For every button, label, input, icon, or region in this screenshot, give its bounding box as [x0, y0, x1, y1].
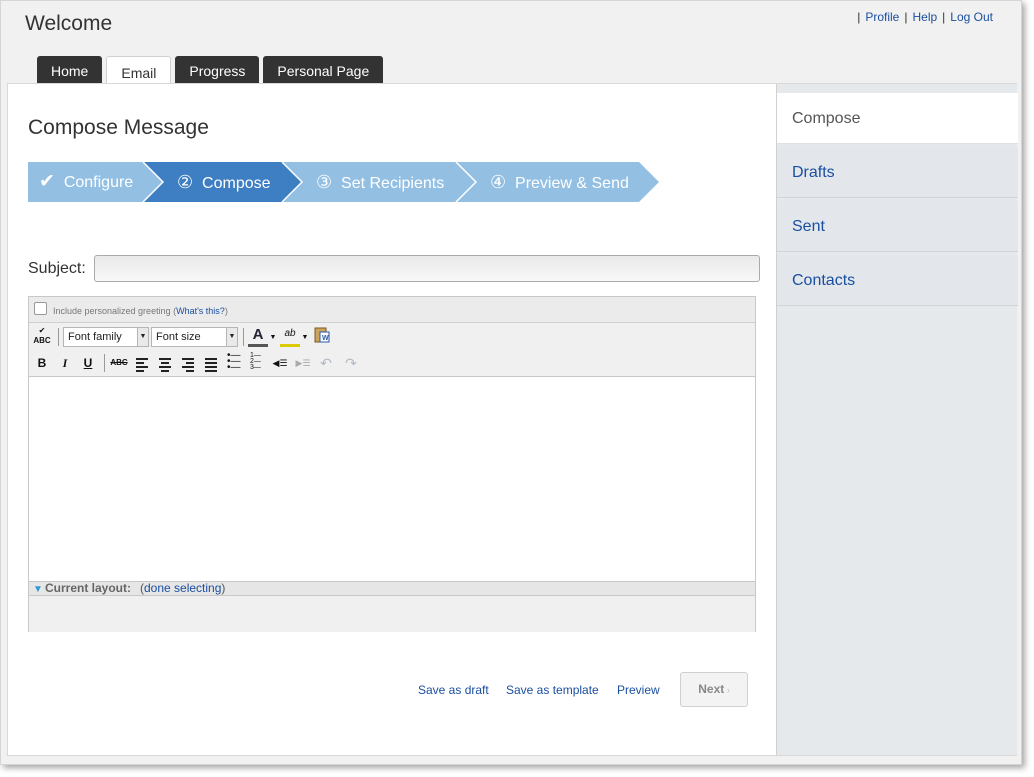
tab-home[interactable]: Home	[37, 56, 103, 84]
strikethrough-icon[interactable]: ABC	[109, 353, 129, 373]
highlight-color-icon[interactable]: ab	[280, 326, 300, 347]
font-family-value: Font family	[68, 331, 122, 343]
paren-close: )	[221, 581, 226, 595]
sidebar-item-contacts[interactable]: Contacts	[777, 255, 1018, 306]
subject-input[interactable]	[94, 255, 760, 282]
separator: |	[857, 10, 861, 24]
justify-icon[interactable]	[201, 353, 221, 373]
save-template-link[interactable]: Save as template	[506, 683, 599, 697]
font-size-value: Font size	[156, 331, 201, 343]
page-title: Compose Message	[28, 116, 209, 139]
step-label: Configure	[63, 174, 134, 191]
redo-icon[interactable]: ↷	[341, 353, 361, 373]
font-size-select[interactable]: Font size ▼	[151, 327, 238, 347]
logout-link[interactable]: Log Out	[950, 10, 993, 24]
step-number-icon: ④	[490, 172, 507, 192]
top-links: | Profile | Help | Log Out	[852, 10, 993, 24]
chevron-down-icon: ▼	[137, 328, 148, 346]
whats-this-link[interactable]: What's this?	[176, 306, 225, 316]
save-draft-link[interactable]: Save as draft	[418, 683, 489, 697]
current-layout-label: Current layout:	[45, 581, 132, 595]
underline-icon[interactable]: U	[78, 353, 98, 373]
undo-icon[interactable]: ↶	[316, 353, 336, 373]
step-number-icon: ②	[177, 172, 194, 192]
greeting-close: )	[224, 306, 228, 316]
profile-link[interactable]: Profile	[865, 10, 899, 24]
bold-icon[interactable]: B	[32, 353, 52, 373]
main-area: Compose Message ✔ Configure ② Compose ③ …	[8, 84, 776, 755]
italic-icon[interactable]: I	[55, 353, 75, 373]
main-tabs: Home Email Progress Personal Page	[37, 56, 384, 85]
editor-toolbar: ✔ABC Font family ▼ Font size ▼ A ▼ ab ▼	[29, 323, 755, 377]
checkmark-icon: ✔	[39, 171, 55, 192]
step-preview-send[interactable]: ④ Preview & Send	[490, 162, 629, 202]
greeting-bar: Include personalized greeting (What's th…	[29, 297, 755, 323]
sidebar: Compose Drafts Sent Contacts	[776, 84, 1018, 755]
toolbar-separator	[243, 328, 244, 346]
paste-word-icon[interactable]: W	[312, 326, 332, 346]
text-color-icon[interactable]: A	[248, 326, 268, 347]
rich-text-editor: Include personalized greeting (What's th…	[28, 296, 756, 632]
indent-icon[interactable]: ▶☰	[293, 353, 313, 373]
separator: |	[942, 10, 946, 24]
step-configure[interactable]: ✔ Configure	[39, 162, 133, 202]
layout-status-bar: ▼ Current layout: (done selecting)	[29, 581, 755, 596]
separator: |	[904, 10, 908, 24]
greeting-text: Include personalized greeting (What's th…	[53, 306, 228, 316]
editor-body[interactable]	[29, 377, 755, 581]
tab-email[interactable]: Email	[106, 56, 172, 85]
greeting-checkbox[interactable]	[34, 302, 47, 315]
tab-progress[interactable]: Progress	[175, 56, 260, 84]
preview-link[interactable]: Preview	[617, 683, 660, 697]
sidebar-item-drafts[interactable]: Drafts	[777, 147, 1018, 198]
toolbar-separator	[58, 328, 59, 346]
triangle-down-icon[interactable]: ▼	[33, 583, 43, 596]
subject-label: Subject:	[28, 260, 86, 277]
step-label: Compose	[202, 175, 271, 192]
arrow-right-icon: ›	[724, 685, 730, 695]
align-center-icon[interactable]	[155, 353, 175, 373]
numbered-list-icon[interactable]: 1— 2— 3—	[247, 352, 267, 373]
sidebar-item-compose[interactable]: Compose	[777, 93, 1018, 144]
bullet-list-icon[interactable]: •— •— •—	[224, 351, 244, 373]
tab-personal-page[interactable]: Personal Page	[263, 56, 384, 84]
step-number-icon: ③	[316, 172, 333, 192]
svg-text:W: W	[322, 335, 329, 342]
step-set-recipients[interactable]: ③ Set Recipients	[316, 162, 444, 202]
greeting-label: Include personalized greeting (	[53, 306, 177, 316]
chevron-down-icon[interactable]: ▼	[300, 328, 310, 348]
step-label: Preview & Send	[515, 175, 629, 192]
next-label: Next	[698, 682, 725, 696]
step-compose[interactable]: ② Compose	[177, 162, 271, 202]
align-right-icon[interactable]	[178, 353, 198, 373]
toolbar-separator	[104, 354, 105, 372]
page-header-title: Welcome	[25, 12, 113, 35]
done-selecting: (done selecting)	[140, 582, 225, 595]
font-family-select[interactable]: Font family ▼	[63, 327, 149, 347]
align-left-icon[interactable]	[132, 353, 152, 373]
step-label: Set Recipients	[341, 175, 445, 192]
content-panel: Compose Message ✔ Configure ② Compose ③ …	[7, 83, 1018, 756]
spellcheck-icon[interactable]: ✔ ABC	[32, 326, 52, 346]
done-selecting-link[interactable]: done selecting	[144, 581, 221, 595]
help-link[interactable]: Help	[912, 10, 937, 24]
chevron-down-icon[interactable]: ▼	[268, 328, 278, 348]
chevron-down-icon: ▼	[226, 328, 237, 346]
next-button[interactable]: Next ›	[680, 672, 748, 707]
wizard-steps: ✔ Configure ② Compose ③ Set Recipients ④…	[28, 162, 668, 204]
app-window: Welcome | Profile | Help | Log Out Home Email…	[0, 0, 1022, 765]
layout-panel	[29, 596, 755, 632]
outdent-icon[interactable]: ◀☰	[270, 353, 290, 373]
sidebar-item-sent[interactable]: Sent	[777, 201, 1018, 252]
